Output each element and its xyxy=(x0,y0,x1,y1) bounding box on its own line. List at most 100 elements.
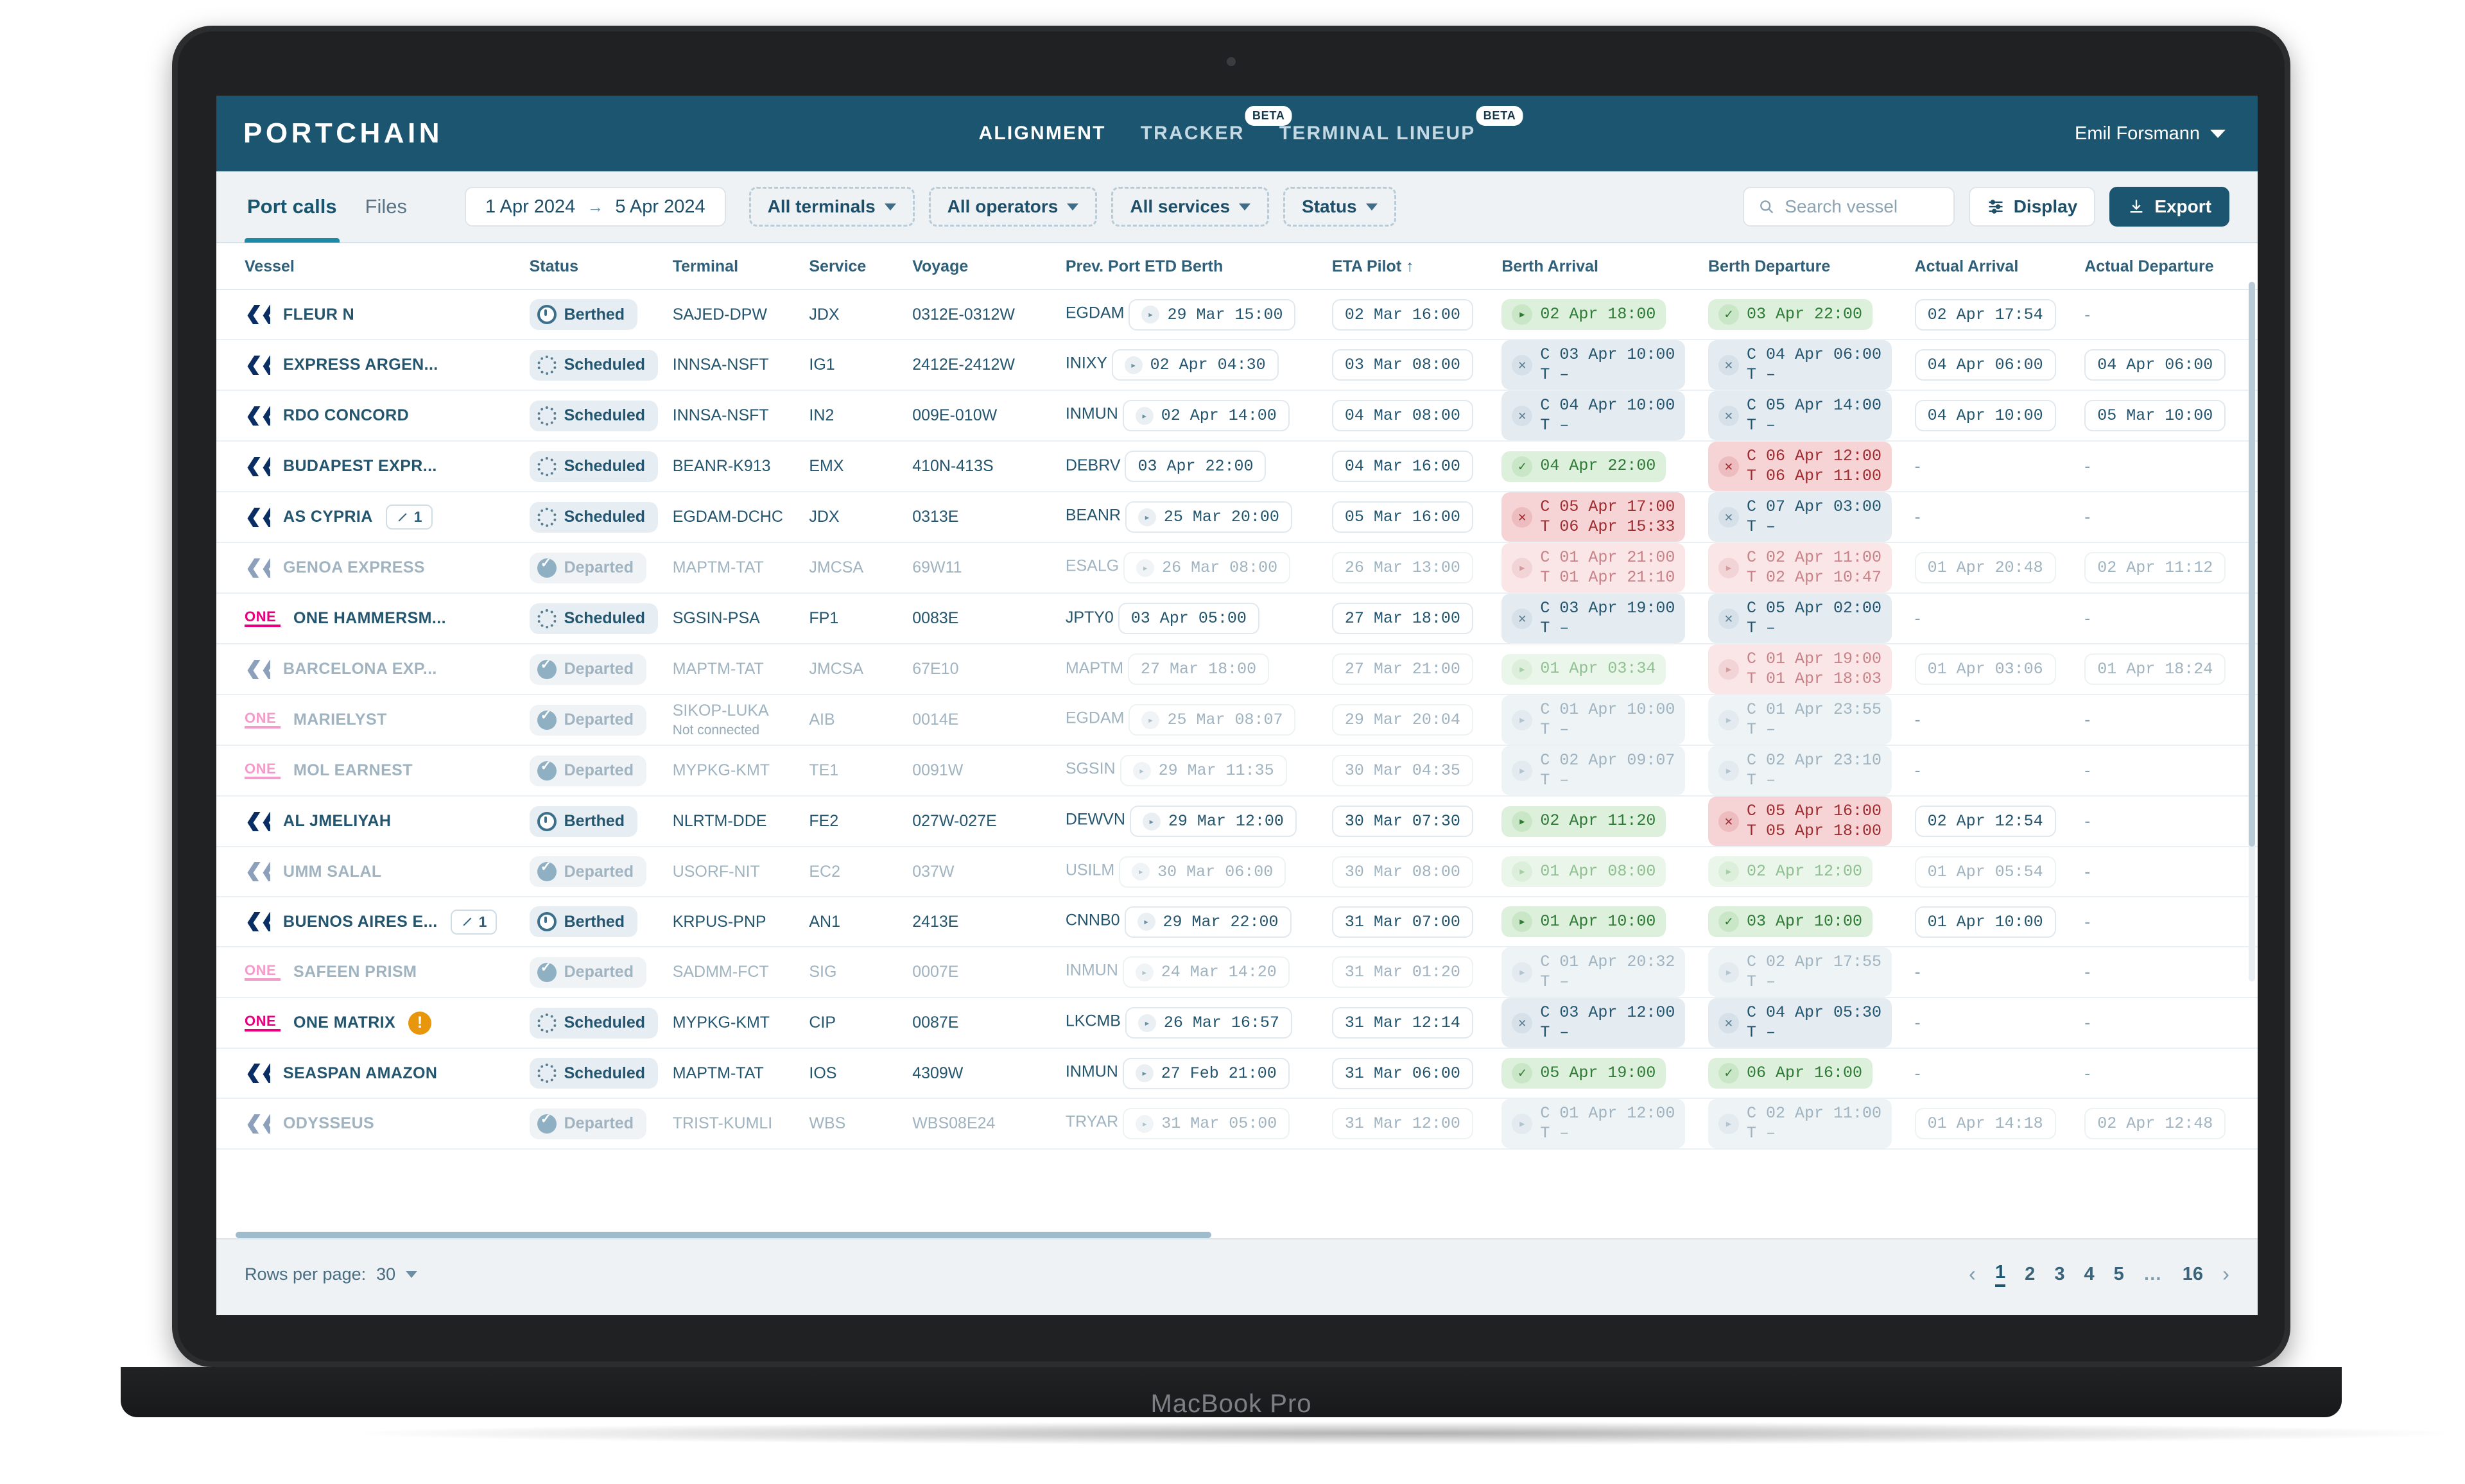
col-header-prev-port-etd[interactable]: Prev. Port ETD Berth xyxy=(1066,243,1332,289)
pagination-prev[interactable]: ‹ xyxy=(1969,1262,1976,1286)
cell-vessel[interactable]: ONEONE MATRIX! xyxy=(216,997,530,1048)
cell-vessel[interactable]: ❮❮BUENOS AIRES E...1 xyxy=(216,897,530,947)
cell-vessel[interactable]: ONEMARIELYST xyxy=(216,695,530,745)
berth-departure[interactable]: ▸C 01 Apr 19:00T 01 Apr 18:03 xyxy=(1708,644,1892,694)
table-row[interactable]: ❮❮FLEUR NBerthedSAJED-DPWJDX0312E-0312WE… xyxy=(216,289,2258,340)
berth-arrival[interactable]: ✓04 Apr 22:00 xyxy=(1501,451,1666,482)
berth-arrival[interactable]: ▸02 Apr 18:00 xyxy=(1501,299,1666,330)
berth-departure[interactable]: ▸02 Apr 12:00 xyxy=(1708,856,1873,887)
cell-vessel[interactable]: ❮❮AL JMELIYAH xyxy=(216,796,530,847)
berth-arrival[interactable]: ▸C 01 Apr 12:00T – xyxy=(1501,1099,1685,1148)
search-box[interactable] xyxy=(1743,187,1955,227)
berth-arrival[interactable]: ▸01 Apr 03:34 xyxy=(1501,654,1666,685)
cell-vessel[interactable]: ONEONE HAMMERSM... xyxy=(216,593,530,644)
eta-pilot[interactable]: 30 Mar 07:30 xyxy=(1332,806,1473,837)
cell-vessel[interactable]: ❮❮BARCELONA EXP... xyxy=(216,644,530,695)
filter-status[interactable]: Status xyxy=(1283,187,1396,227)
actual-departure[interactable]: 02 Apr 12:48 xyxy=(2084,1108,2226,1139)
berth-departure[interactable]: ✕C 05 Apr 16:00T 05 Apr 18:00 xyxy=(1708,797,1892,846)
berth-arrival[interactable]: ▸01 Apr 10:00 xyxy=(1501,906,1666,937)
nav-item-tracker[interactable]: TRACKER BETA xyxy=(1141,123,1245,144)
warning-icon[interactable]: ! xyxy=(408,1012,431,1035)
col-header-terminal[interactable]: Terminal xyxy=(673,243,809,289)
prev-port-etd[interactable]: ▸29 Mar 12:00 xyxy=(1130,806,1297,837)
berth-departure[interactable]: ✕C 05 Apr 14:00T – xyxy=(1708,391,1892,440)
pagination-page-3[interactable]: 3 xyxy=(2054,1264,2064,1285)
pagination-page-16[interactable]: 16 xyxy=(2183,1264,2203,1285)
actual-arrival[interactable]: 01 Apr 20:48 xyxy=(1915,552,2056,583)
eta-pilot[interactable]: 31 Mar 01:20 xyxy=(1332,956,1473,988)
user-menu[interactable]: Emil Forsmann xyxy=(2075,123,2226,144)
eta-pilot[interactable]: 26 Mar 13:00 xyxy=(1332,552,1473,583)
cell-vessel[interactable]: ❮❮BUDAPEST EXPR... xyxy=(216,441,530,492)
eta-pilot[interactable]: 04 Mar 08:00 xyxy=(1332,400,1473,431)
table-row[interactable]: ONESAFEEN PRISMDepartedSADMM-FCTSIG0007E… xyxy=(216,947,2258,997)
actual-arrival[interactable]: 02 Apr 17:54 xyxy=(1915,299,2056,331)
table-row[interactable]: ❮❮BUDAPEST EXPR...ScheduledBEANR-K913EMX… xyxy=(216,441,2258,492)
col-header-status[interactable]: Status xyxy=(530,243,673,289)
display-button[interactable]: Display xyxy=(1969,187,2096,227)
cell-vessel[interactable]: ❮❮RDO CONCORD xyxy=(216,390,530,441)
berth-departure[interactable]: ✕C 05 Apr 02:00T – xyxy=(1708,594,1892,643)
eta-pilot[interactable]: 29 Mar 20:04 xyxy=(1332,704,1473,736)
tab-files[interactable]: Files xyxy=(363,171,410,243)
table-row[interactable]: ❮❮ODYSSEUSDepartedTRIST-KUMLIWBSWBS08E24… xyxy=(216,1098,2258,1149)
table-row[interactable]: ONEONE HAMMERSM...ScheduledSGSIN-PSAFP10… xyxy=(216,593,2258,644)
table-row[interactable]: ❮❮AS CYPRIA1ScheduledEGDAM-DCHCJDX0313EB… xyxy=(216,492,2258,542)
pagination-page-5[interactable]: 5 xyxy=(2114,1264,2124,1285)
col-header-service[interactable]: Service xyxy=(809,243,912,289)
horizontal-scrollbar[interactable] xyxy=(216,1232,2258,1238)
comment-count-badge[interactable]: 1 xyxy=(451,910,497,935)
berth-arrival[interactable]: ✓05 Apr 19:00 xyxy=(1501,1058,1666,1089)
cell-vessel[interactable]: ❮❮GENOA EXPRESS xyxy=(216,542,530,593)
col-header-eta-pilot[interactable]: ETA Pilot ↑ xyxy=(1332,243,1502,289)
actual-departure[interactable]: 05 Mar 10:00 xyxy=(2084,400,2226,431)
berth-arrival[interactable]: ▸C 01 Apr 20:32T – xyxy=(1501,947,1685,997)
actual-arrival[interactable]: 04 Apr 10:00 xyxy=(1915,400,2056,431)
table-row[interactable]: ONEMOL EARNESTDepartedMYPKG-KMTTE10091WS… xyxy=(216,745,2258,796)
export-button[interactable]: Export xyxy=(2109,187,2229,227)
table-row[interactable]: ❮❮BUENOS AIRES E...1BerthedKRPUS-PNPAN12… xyxy=(216,897,2258,947)
prev-port-etd[interactable]: 27 Mar 18:00 xyxy=(1128,653,1269,685)
berth-arrival[interactable]: ▸C 01 Apr 21:00T 01 Apr 21:10 xyxy=(1501,543,1685,592)
table-row[interactable]: ❮❮AL JMELIYAHBerthedNLRTM-DDEFE2027W-027… xyxy=(216,796,2258,847)
eta-pilot[interactable]: 31 Mar 12:00 xyxy=(1332,1108,1473,1139)
berth-departure[interactable]: ▸C 01 Apr 23:55T – xyxy=(1708,695,1892,745)
prev-port-etd[interactable]: ▸26 Mar 08:00 xyxy=(1123,552,1290,583)
horizontal-scrollbar-thumb[interactable] xyxy=(236,1232,1211,1238)
comment-count-badge[interactable]: 1 xyxy=(386,505,433,530)
col-header-actual-arrival[interactable]: Actual Arrival xyxy=(1915,243,2085,289)
berth-arrival[interactable]: ✕C 03 Apr 12:00T – xyxy=(1501,998,1685,1048)
table-row[interactable]: ❮❮EXPRESS ARGEN...ScheduledINNSA-NSFTIG1… xyxy=(216,340,2258,390)
cell-vessel[interactable]: ONESAFEEN PRISM xyxy=(216,947,530,997)
actual-arrival[interactable]: 02 Apr 12:54 xyxy=(1915,806,2056,837)
berth-departure[interactable]: ▸C 02 Apr 17:55T – xyxy=(1708,947,1892,997)
actual-arrival[interactable]: 01 Apr 03:06 xyxy=(1915,653,2056,685)
tab-port-calls[interactable]: Port calls xyxy=(245,171,340,243)
berth-arrival[interactable]: ▸C 02 Apr 09:07T – xyxy=(1501,746,1685,795)
berth-arrival[interactable]: ▸C 01 Apr 10:00T – xyxy=(1501,695,1685,745)
prev-port-etd[interactable]: 03 Apr 22:00 xyxy=(1125,451,1266,482)
eta-pilot[interactable]: 03 Mar 08:00 xyxy=(1332,349,1473,381)
berth-departure[interactable]: ✓06 Apr 16:00 xyxy=(1708,1058,1873,1089)
eta-pilot[interactable]: 31 Mar 06:00 xyxy=(1332,1058,1473,1089)
cell-vessel[interactable]: ❮❮ODYSSEUS xyxy=(216,1098,530,1149)
prev-port-etd[interactable]: ▸30 Mar 06:00 xyxy=(1119,856,1286,888)
eta-pilot[interactable]: 04 Mar 16:00 xyxy=(1332,451,1473,482)
table-row[interactable]: ❮❮SEASPAN AMAZONScheduledMAPTM-TATIOS430… xyxy=(216,1048,2258,1098)
vertical-scrollbar-thumb[interactable] xyxy=(2249,282,2255,847)
berth-departure[interactable]: ✓03 Apr 22:00 xyxy=(1708,299,1873,330)
search-input[interactable] xyxy=(1785,196,1939,217)
table-row[interactable]: ❮❮GENOA EXPRESSDepartedMAPTM-TATJMCSA69W… xyxy=(216,542,2258,593)
prev-port-etd[interactable]: ▸25 Mar 20:00 xyxy=(1125,501,1292,533)
actual-arrival[interactable]: 04 Apr 06:00 xyxy=(1915,349,2056,381)
vertical-scrollbar[interactable] xyxy=(2249,282,2255,981)
col-header-voyage[interactable]: Voyage xyxy=(912,243,1066,289)
cell-vessel[interactable]: ❮❮EXPRESS ARGEN... xyxy=(216,340,530,390)
col-header-berth-arrival[interactable]: Berth Arrival xyxy=(1501,243,1708,289)
prev-port-etd[interactable]: ▸31 Mar 05:00 xyxy=(1123,1108,1290,1139)
pagination-page-4[interactable]: 4 xyxy=(2084,1264,2094,1285)
eta-pilot[interactable]: 05 Mar 16:00 xyxy=(1332,501,1473,533)
eta-pilot[interactable]: 02 Mar 16:00 xyxy=(1332,299,1473,331)
table-row[interactable]: ONEONE MATRIX!ScheduledMYPKG-KMTCIP0087E… xyxy=(216,997,2258,1048)
